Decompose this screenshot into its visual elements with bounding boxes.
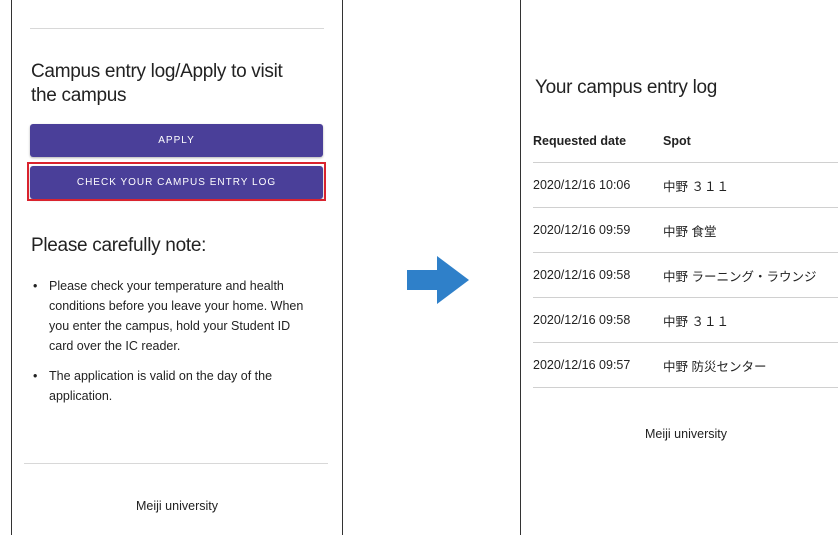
notes-list: • Please check your temperature and heal… [31, 276, 316, 416]
footer-text: Meiji university [645, 427, 727, 441]
note-text: Please check your temperature and health… [49, 279, 304, 353]
note-heading: Please carefully note: [31, 235, 207, 256]
cell-date: 2020/12/16 10:06 [533, 162, 663, 208]
cell-date: 2020/12/16 09:57 [533, 342, 663, 388]
list-item: • Please check your temperature and heal… [31, 276, 316, 356]
section-title: Campus entry log/Apply to visit the camp… [31, 61, 283, 106]
footer-divider [24, 463, 328, 464]
note-text: The application is valid on the day of t… [49, 369, 273, 403]
cell-spot: 中野 食堂 [663, 207, 838, 253]
bullet-icon: • [33, 369, 38, 383]
cell-spot: 中野 ラーニング・ラウンジ [663, 252, 838, 298]
entry-log-screen: Your campus entry log Requested date Spo… [520, 0, 838, 535]
cell-spot: 中野 ３１１ [663, 162, 838, 208]
cell-date: 2020/12/16 09:58 [533, 252, 663, 298]
check-entry-log-button[interactable]: CHECK YOUR CAMPUS ENTRY LOG [30, 166, 323, 199]
table-row: 2020/12/16 09:59 中野 食堂 [533, 207, 838, 253]
right-arrow-icon [407, 256, 469, 304]
cell-spot: 中野 ３１１ [663, 297, 838, 343]
column-header-date: Requested date [533, 134, 627, 148]
column-header-spot: Spot [663, 134, 691, 148]
footer-text: Meiji university [136, 499, 218, 513]
bullet-icon: • [33, 279, 38, 293]
table-row: 2020/12/16 09:58 中野 ラーニング・ラウンジ [533, 252, 838, 298]
table-header-row: Requested date Spot [533, 120, 838, 163]
entry-log-table: Requested date Spot 2020/12/16 10:06 中野 … [533, 120, 838, 388]
table-row: 2020/12/16 09:58 中野 ３１１ [533, 297, 838, 343]
page-title: Your campus entry log [535, 77, 718, 98]
list-item: • The application is valid on the day of… [31, 366, 316, 406]
table-row: 2020/12/16 10:06 中野 ３１１ [533, 162, 838, 208]
cell-date: 2020/12/16 09:58 [533, 297, 663, 343]
cell-date: 2020/12/16 09:59 [533, 207, 663, 253]
cell-spot: 中野 防災センター [663, 342, 838, 388]
campus-entry-screen: Campus entry log/Apply to visit the camp… [11, 0, 343, 535]
table-row: 2020/12/16 09:57 中野 防災センター [533, 342, 838, 388]
top-divider [30, 28, 324, 29]
apply-button[interactable]: APPLY [30, 124, 323, 157]
